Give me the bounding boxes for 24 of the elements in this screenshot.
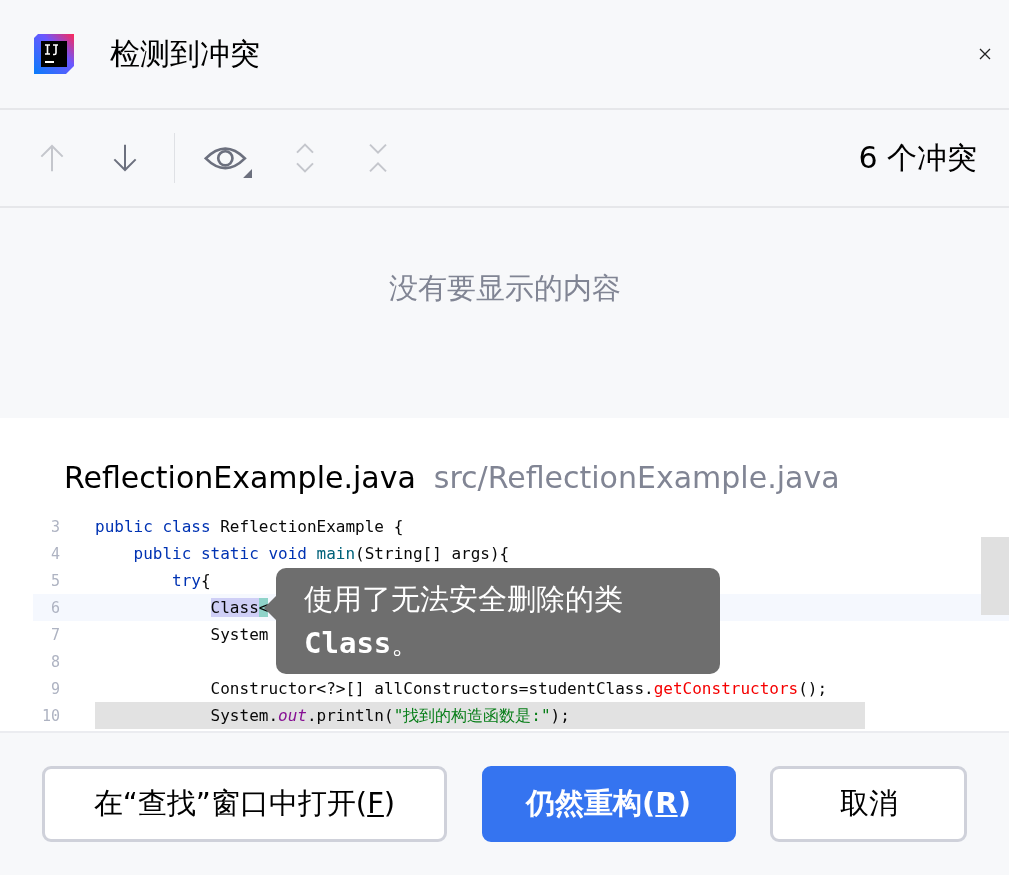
app-logo-icon (32, 32, 76, 76)
window-title: 检测到冲突 (110, 34, 261, 73)
code-line: System (209, 624, 269, 646)
dialog-button[interactable]: 在“查找”窗口中打开(F) (42, 766, 447, 842)
file-name: ReflectionExample.java (64, 460, 416, 495)
line-number: 9 (49, 679, 60, 698)
line-number: 5 (49, 571, 60, 590)
line-number: 6 (49, 598, 60, 617)
code-line: try{ (171, 570, 211, 592)
dialog-button[interactable]: 取消 (770, 766, 967, 842)
line-number: 8 (49, 652, 60, 671)
line-number: 4 (49, 544, 60, 563)
tooltip-text: 使用了无法安全删除的类 Class。 (304, 581, 624, 662)
refactor-button[interactable]: 仍然重构(R) (481, 766, 736, 842)
file-path: src/ReflectionExample.java (433, 460, 840, 495)
line-number: 3 (49, 517, 60, 536)
line-number: 10 (40, 706, 60, 725)
code-line: public static void main(String[] args){ (132, 543, 510, 565)
code-line: public class ReflectionExample { (95, 516, 404, 538)
scrollbar-thumb[interactable] (981, 537, 1009, 615)
conflict-count: 6 个冲突 (858, 138, 977, 177)
line-number: 7 (49, 625, 60, 644)
empty-message: 没有要显示的内容 (388, 270, 621, 307)
code-line: Constructor<?>[] allConstructors=studentClass.getConstructors(); (209, 678, 828, 700)
